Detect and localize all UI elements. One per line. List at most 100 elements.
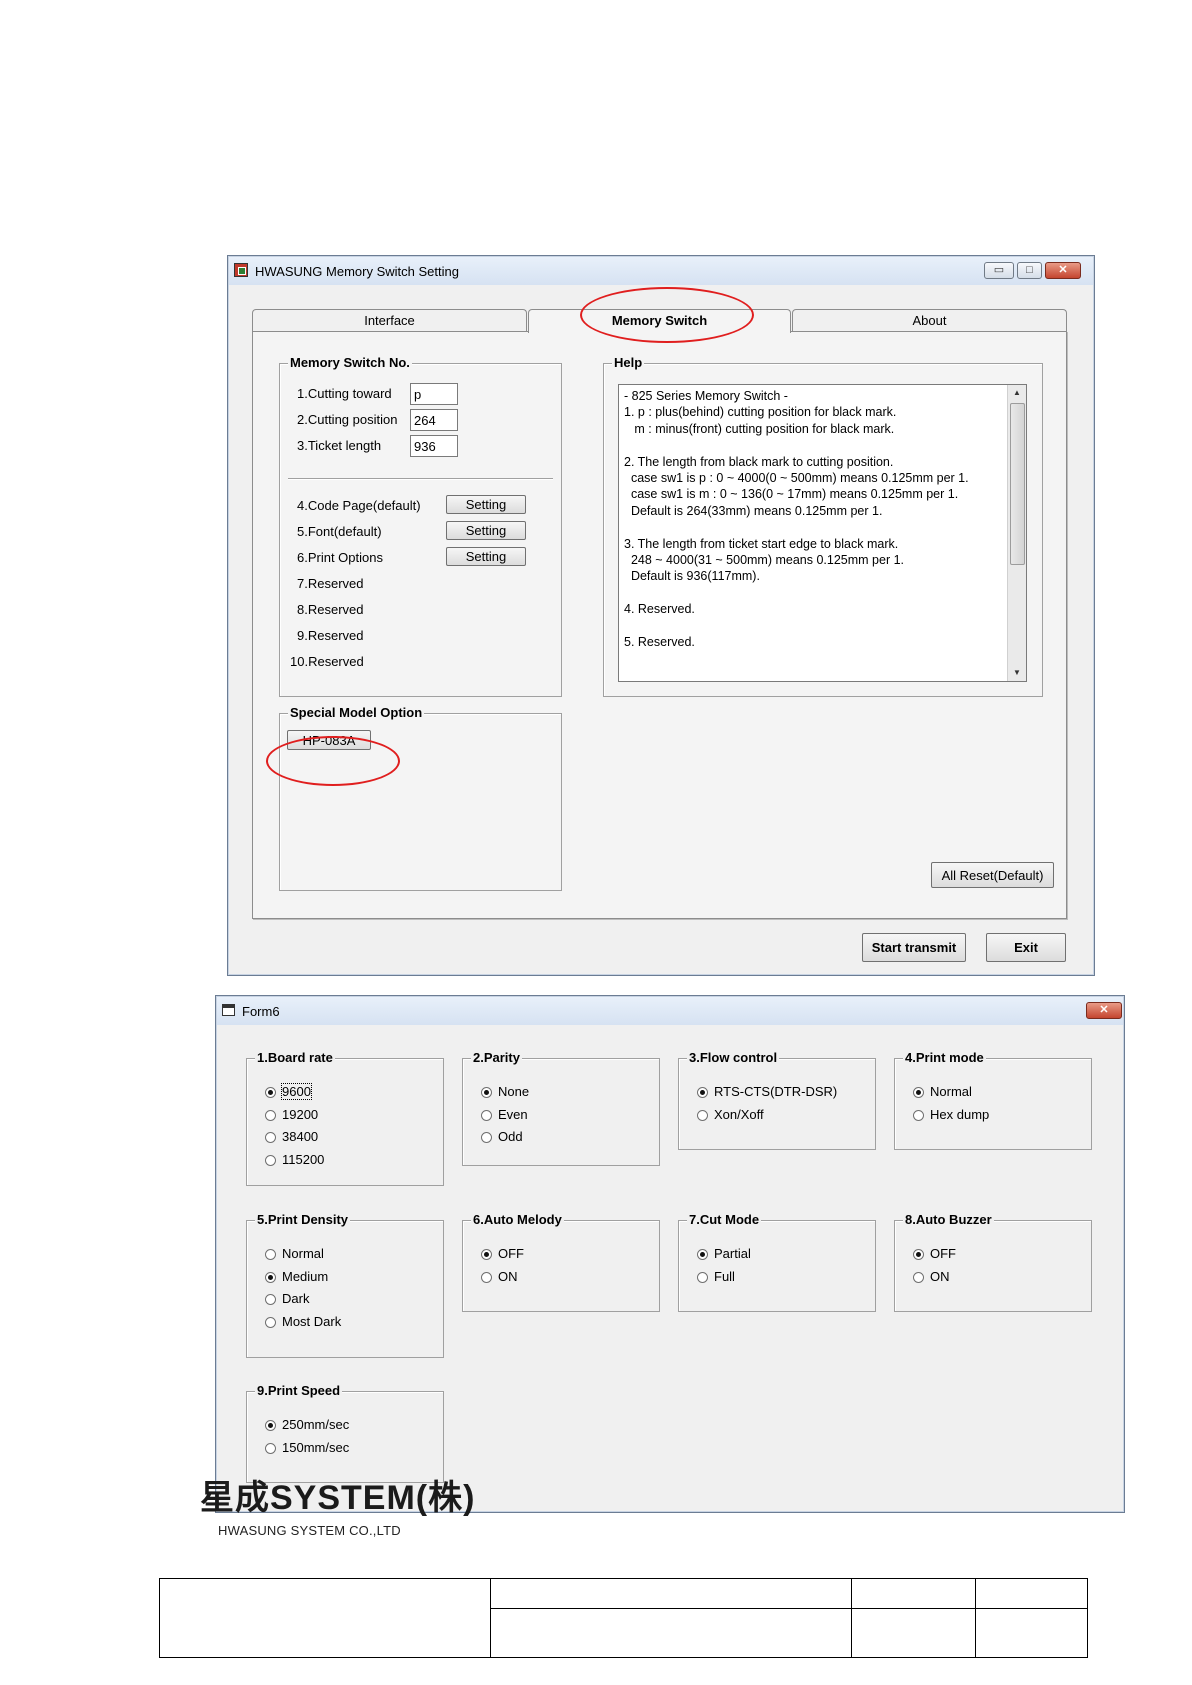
radio-selected-icon[interactable] xyxy=(697,1249,708,1260)
memory-switch-group: Memory Switch No. 1.Cutting toward 2.Cut… xyxy=(279,355,562,697)
radio-selected-icon[interactable] xyxy=(481,1087,492,1098)
footer-cell xyxy=(159,1578,491,1658)
minimize-button[interactable]: ▭ xyxy=(984,262,1014,279)
font-setting-button[interactable]: Setting xyxy=(446,521,526,540)
board-rate-option-label: 19200 xyxy=(282,1106,319,1122)
radio-selected-icon[interactable] xyxy=(481,1249,492,1260)
radio-unselected-icon[interactable] xyxy=(481,1271,492,1283)
radio-unselected-icon[interactable] xyxy=(265,1316,276,1328)
annotation-ellipse-memory-tab xyxy=(580,287,754,343)
cut-mode-option-label: Partial xyxy=(714,1246,751,1261)
form6-titlebar[interactable]: Form6 ✕ xyxy=(217,997,1123,1025)
cut-mode-group: 7.Cut Mode Partial Full xyxy=(678,1212,876,1312)
help-textbox[interactable]: - 825 Series Memory Switch - 1. p : plus… xyxy=(618,384,1027,682)
form6-window: Form6 ✕ 1.Board rate 9600 19200 38400 115200… xyxy=(215,995,1125,1513)
annotation-ellipse-hp083a xyxy=(266,736,400,786)
radio-selected-icon[interactable] xyxy=(697,1087,708,1098)
print-mode-group: 4.Print mode Normal Hex dump xyxy=(894,1050,1092,1150)
radio-selected-icon[interactable] xyxy=(265,1087,276,1098)
cut-mode-group-title: 7.Cut Mode xyxy=(687,1212,762,1228)
radio-unselected-icon[interactable] xyxy=(697,1109,708,1121)
ticket-length-input[interactable] xyxy=(410,435,458,457)
print-speed-group-title: 9.Print Speed xyxy=(255,1383,343,1399)
radio-selected-icon[interactable] xyxy=(265,1271,276,1283)
radio-selected-icon[interactable] xyxy=(265,1420,276,1431)
company-logo-subtitle: HWASUNG SYSTEM CO.,LTD xyxy=(218,1523,401,1538)
print-speed-option-label: 150mm/sec xyxy=(282,1439,350,1455)
cutting-position-label: 2.Cutting position xyxy=(297,412,398,427)
footer-cell xyxy=(975,1578,1088,1609)
cutting-toward-label: 1.Cutting toward xyxy=(297,386,392,401)
flow-control-group-title: 3.Flow control xyxy=(687,1050,780,1066)
auto-buzzer-group: 8.Auto Buzzer OFF ON xyxy=(894,1212,1092,1312)
flow-control-option-label: Xon/Xoff xyxy=(714,1106,764,1122)
cut-mode-option-label: Full xyxy=(714,1268,735,1284)
radio-unselected-icon[interactable] xyxy=(913,1271,924,1283)
form6-close-button[interactable]: ✕ xyxy=(1086,1002,1122,1019)
board-rate-group-title: 1.Board rate xyxy=(255,1050,335,1066)
start-transmit-button[interactable]: Start transmit xyxy=(862,933,966,962)
print-mode-group-title: 4.Print mode xyxy=(903,1050,986,1066)
tab-about[interactable]: About xyxy=(792,309,1067,331)
special-model-group-title: Special Model Option xyxy=(288,705,425,721)
memory-switch-tab-panel: Memory Switch No. 1.Cutting toward 2.Cut… xyxy=(252,331,1067,919)
radio-unselected-icon[interactable] xyxy=(265,1249,276,1260)
ticket-length-label: 3.Ticket length xyxy=(297,438,382,453)
print-density-option-label: Dark xyxy=(282,1291,310,1306)
form6-title: Form6 xyxy=(242,1004,280,1019)
radio-unselected-icon[interactable] xyxy=(697,1271,708,1283)
print-density-option-label: Most Dark xyxy=(282,1313,342,1329)
memory-switch-group-title: Memory Switch No. xyxy=(288,355,412,371)
footer-cell xyxy=(490,1578,852,1609)
radio-unselected-icon[interactable] xyxy=(913,1109,924,1121)
maximize-button[interactable]: □ xyxy=(1017,262,1042,279)
radio-selected-icon[interactable] xyxy=(913,1249,924,1260)
app-icon xyxy=(234,263,248,277)
board-rate-option-label: 38400 xyxy=(282,1129,319,1144)
company-logo-mark: 星成SYSTEM(株) xyxy=(200,1479,476,1517)
footer-cell xyxy=(851,1578,976,1609)
cutting-toward-input[interactable] xyxy=(410,383,458,405)
radio-unselected-icon[interactable] xyxy=(481,1132,492,1143)
help-scrollbar[interactable]: ▲ ▼ xyxy=(1007,385,1026,681)
all-reset-button[interactable]: All Reset(Default) xyxy=(931,862,1054,888)
code-page-setting-button[interactable]: Setting xyxy=(446,495,526,514)
close-button[interactable]: ✕ xyxy=(1045,262,1081,279)
scroll-down-arrow-icon[interactable]: ▼ xyxy=(1008,665,1026,681)
reserved-10-label: 10.Reserved xyxy=(290,654,364,669)
radio-selected-icon[interactable] xyxy=(913,1087,924,1098)
footer-table xyxy=(159,1578,1088,1658)
print-options-setting-button[interactable]: Setting xyxy=(446,547,526,566)
footer-cell xyxy=(490,1608,852,1658)
radio-unselected-icon[interactable] xyxy=(265,1109,276,1121)
code-page-label: 4.Code Page(default) xyxy=(297,498,421,513)
flow-control-group: 3.Flow control RTS-CTS(DTR-DSR) Xon/Xoff xyxy=(678,1050,876,1150)
radio-unselected-icon[interactable] xyxy=(481,1109,492,1121)
radio-unselected-icon[interactable] xyxy=(265,1294,276,1305)
scroll-up-arrow-icon[interactable]: ▲ xyxy=(1008,385,1026,401)
form-window-icon xyxy=(222,1004,235,1016)
memory-window-title: HWASUNG Memory Switch Setting xyxy=(255,264,459,279)
scroll-thumb[interactable] xyxy=(1010,403,1025,565)
exit-button[interactable]: Exit xyxy=(986,933,1066,962)
auto-buzzer-option-label: OFF xyxy=(930,1246,956,1261)
tab-interface[interactable]: Interface xyxy=(252,309,527,331)
board-rate-group: 1.Board rate 9600 19200 38400 115200 xyxy=(246,1050,444,1186)
cutting-position-input[interactable] xyxy=(410,409,458,431)
print-speed-option-label: 250mm/sec xyxy=(282,1417,350,1432)
print-mode-option-label: Normal xyxy=(930,1084,972,1099)
help-text: - 825 Series Memory Switch - 1. p : plus… xyxy=(624,389,969,650)
print-density-group-title: 5.Print Density xyxy=(255,1212,351,1228)
memory-window-titlebar[interactable]: HWASUNG Memory Switch Setting ▭ □ ✕ xyxy=(229,257,1093,285)
print-density-group: 5.Print Density Normal Medium Dark Most Dark xyxy=(246,1212,444,1358)
auto-melody-option-label: ON xyxy=(498,1268,518,1284)
reserved-9-label: 9.Reserved xyxy=(297,628,364,643)
flow-control-option-label: RTS-CTS(DTR-DSR) xyxy=(714,1084,838,1099)
radio-unselected-icon[interactable] xyxy=(265,1132,276,1143)
auto-melody-option-label: OFF xyxy=(498,1246,524,1261)
group-separator xyxy=(288,478,553,480)
radio-unselected-icon[interactable] xyxy=(265,1154,276,1166)
board-rate-option-label: 115200 xyxy=(282,1151,325,1167)
parity-option-label: Even xyxy=(498,1106,528,1122)
radio-unselected-icon[interactable] xyxy=(265,1442,276,1454)
